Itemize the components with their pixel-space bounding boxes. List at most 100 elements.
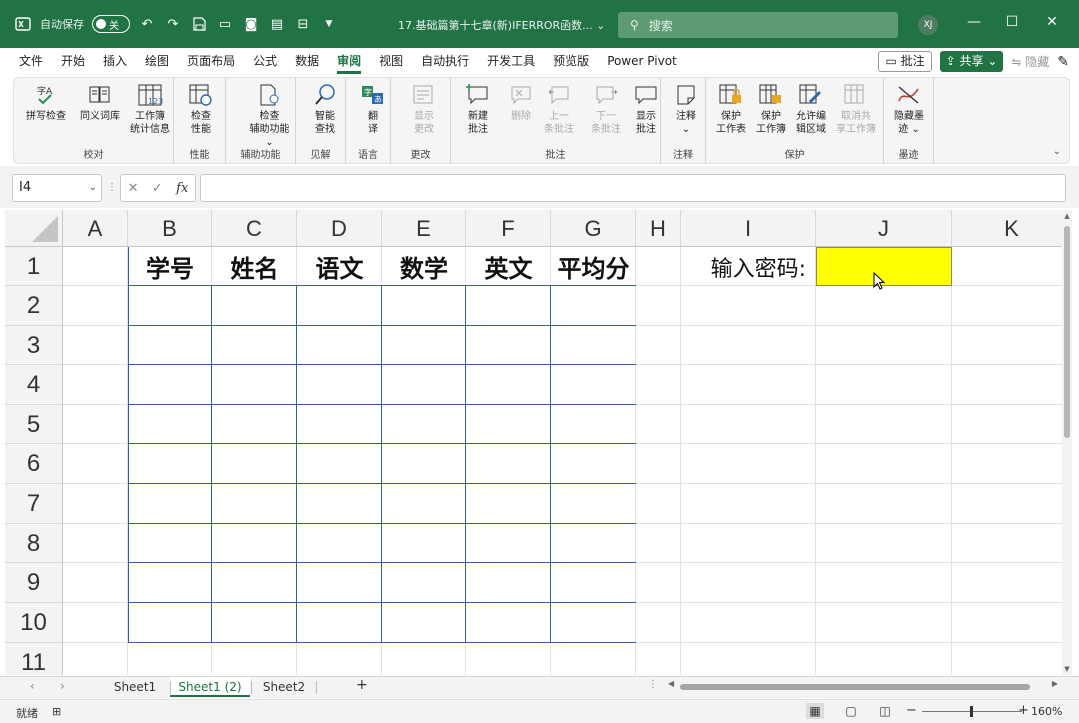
table-cell[interactable] xyxy=(128,484,212,524)
cell[interactable] xyxy=(636,643,681,675)
table-cell[interactable] xyxy=(128,405,212,444)
table-cell[interactable] xyxy=(128,286,212,326)
table-cell[interactable] xyxy=(382,405,466,444)
table-cell[interactable] xyxy=(466,286,551,326)
add-sheet-button[interactable]: + xyxy=(356,677,368,693)
cell[interactable] xyxy=(382,643,466,675)
form-icon[interactable]: ▤ xyxy=(268,15,286,33)
zoom-in-button[interactable]: + xyxy=(1018,703,1029,718)
cell[interactable] xyxy=(681,484,816,524)
row-header-8[interactable]: 8 xyxy=(5,524,63,563)
menu-tab-1[interactable]: 开始 xyxy=(52,48,94,75)
row-header-9[interactable]: 9 xyxy=(5,563,63,603)
cell[interactable] xyxy=(681,365,816,405)
sheet-tab-1[interactable]: Sheet1 (2) xyxy=(170,677,250,697)
table-cell[interactable] xyxy=(212,286,297,326)
undo-icon[interactable]: ↶ xyxy=(138,15,156,33)
column-header-E[interactable]: E xyxy=(382,210,466,247)
table-cell[interactable] xyxy=(382,326,466,365)
new-file-icon[interactable]: ▭ xyxy=(216,15,234,33)
ribbon-button-8-1[interactable]: 保护 工作簿 xyxy=(756,81,786,136)
table-cell[interactable] xyxy=(212,484,297,524)
cell[interactable] xyxy=(636,405,681,444)
table-cell[interactable] xyxy=(551,365,636,405)
menu-tab-4[interactable]: 页面布局 xyxy=(178,48,244,75)
table-cell[interactable] xyxy=(128,563,212,603)
sheet-tab-0[interactable]: Sheet1 xyxy=(100,677,170,697)
cell[interactable] xyxy=(681,643,816,675)
cancel-icon[interactable]: ✕ xyxy=(128,181,139,196)
ribbon-button-0-2[interactable]: 123 工作簿 统计信息 xyxy=(130,81,170,136)
table-cell[interactable] xyxy=(551,444,636,484)
cell[interactable] xyxy=(952,444,1072,484)
cell[interactable] xyxy=(63,247,128,286)
table-cell[interactable] xyxy=(551,405,636,444)
print-preview-icon[interactable]: ⊟ xyxy=(294,15,312,33)
cell[interactable] xyxy=(636,365,681,405)
cell[interactable] xyxy=(952,247,1072,286)
spreadsheet-grid[interactable]: A B C D E F G H I J K 1 2 3 4 5 6 7 8 9 10 11 学号 姓名 语文 数学 英文 平均分 输入密… xyxy=(5,210,1072,675)
zoom-level[interactable]: 160% xyxy=(1031,705,1062,718)
menu-tab-3[interactable]: 绘图 xyxy=(136,48,178,75)
table-cell[interactable] xyxy=(466,484,551,524)
sheet-next-icon[interactable]: › xyxy=(60,679,65,693)
page-layout-view-icon[interactable]: ▢ xyxy=(842,703,860,719)
table-cell[interactable] xyxy=(551,326,636,365)
table-cell[interactable] xyxy=(382,286,466,326)
column-header-G[interactable]: G xyxy=(551,210,636,247)
table-cell[interactable] xyxy=(297,563,382,603)
table-cell[interactable] xyxy=(551,524,636,563)
table-cell[interactable] xyxy=(212,603,297,643)
scroll-left-icon[interactable]: ◀ xyxy=(668,679,674,688)
menu-tab-7[interactable]: 审阅 xyxy=(328,48,370,75)
menu-tab-10[interactable]: 开发工具 xyxy=(478,48,544,75)
column-header-I[interactable]: I xyxy=(681,210,816,247)
ribbon-button-9-0[interactable]: 隐藏墨迹 ⌄ xyxy=(894,81,924,136)
table-cell[interactable] xyxy=(466,365,551,405)
cell[interactable] xyxy=(681,286,816,326)
cell[interactable] xyxy=(681,326,816,365)
cell[interactable] xyxy=(636,326,681,365)
cell[interactable] xyxy=(551,643,636,675)
cell[interactable] xyxy=(63,365,128,405)
table-cell[interactable] xyxy=(297,603,382,643)
save-icon[interactable] xyxy=(190,15,208,33)
ribbon-button-8-2[interactable]: 允许编 辑区域 xyxy=(796,81,826,136)
column-header-H[interactable]: H xyxy=(636,210,681,247)
table-cell[interactable] xyxy=(551,286,636,326)
table-cell[interactable] xyxy=(212,563,297,603)
ribbon-button-2-0[interactable]: 检查 辅助功能 ⌄ xyxy=(244,81,295,149)
cell[interactable] xyxy=(681,603,816,643)
menu-tab-5[interactable]: 公式 xyxy=(244,48,286,75)
cell[interactable] xyxy=(636,444,681,484)
cell[interactable] xyxy=(952,405,1072,444)
ribbon-button-4-0[interactable]: 字あ翻译 xyxy=(358,81,388,136)
table-cell[interactable] xyxy=(382,524,466,563)
cell[interactable] xyxy=(63,484,128,524)
table-cell[interactable] xyxy=(297,405,382,444)
enter-icon[interactable]: ✓ xyxy=(152,181,163,196)
cell[interactable] xyxy=(63,405,128,444)
cell[interactable] xyxy=(816,444,952,484)
cell[interactable] xyxy=(63,603,128,643)
table-cell[interactable] xyxy=(382,563,466,603)
ribbon-button-0-0[interactable]: 字A 拼写检查 xyxy=(26,81,66,123)
maximize-icon[interactable]: ☐ xyxy=(1002,14,1022,30)
table-cell[interactable] xyxy=(466,444,551,484)
table-cell[interactable] xyxy=(128,444,212,484)
column-header-F[interactable]: F xyxy=(466,210,551,247)
pen-icon[interactable]: ✎ xyxy=(1057,54,1069,70)
ribbon-button-6-0[interactable]: 新建 批注 xyxy=(463,81,493,136)
table-cell[interactable] xyxy=(297,484,382,524)
cell[interactable] xyxy=(297,643,382,675)
insert-function-button[interactable]: fx xyxy=(176,181,188,196)
vertical-scrollbar[interactable]: ▲ ▼ xyxy=(1062,210,1072,675)
table-cell[interactable] xyxy=(297,286,382,326)
cell[interactable] xyxy=(63,524,128,563)
cell[interactable] xyxy=(816,643,952,675)
table-cell[interactable] xyxy=(466,524,551,563)
table-cell[interactable] xyxy=(297,444,382,484)
column-header-K[interactable]: K xyxy=(952,210,1072,247)
table-cell[interactable] xyxy=(212,326,297,365)
scroll-up-icon[interactable]: ▲ xyxy=(1062,212,1072,220)
